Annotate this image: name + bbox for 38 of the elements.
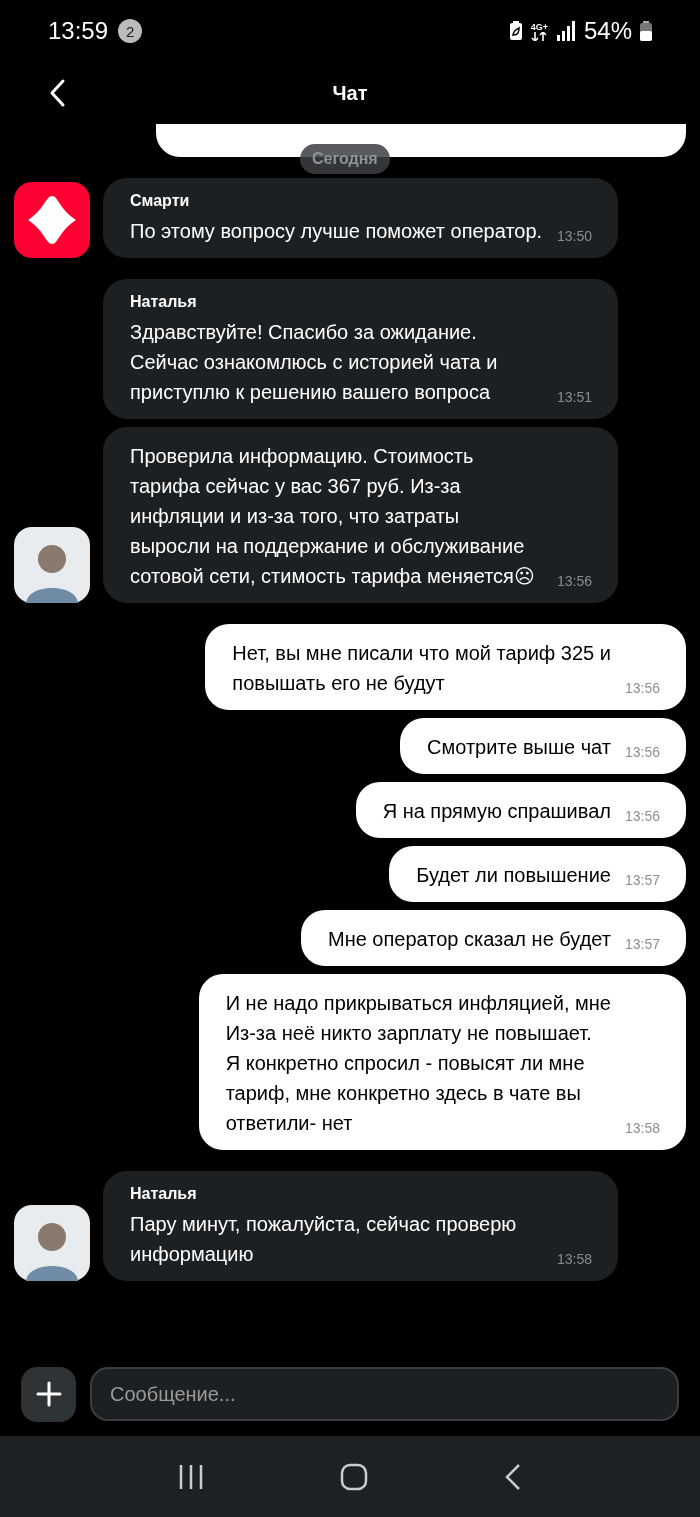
- message-time: 13:56: [556, 573, 592, 591]
- message-text: Нет, вы мне писали что мой тариф 325 и повышать его не будут: [232, 641, 611, 696]
- message-text: Мне оператор сказал не будет: [327, 927, 611, 952]
- back-icon[interactable]: [504, 1462, 522, 1491]
- battery-icon: [640, 21, 652, 41]
- sender-name: Наталья: [130, 1185, 198, 1203]
- message-time: 13:58: [624, 1120, 660, 1138]
- message-text: И не надо прикрываться инфляцией, мне Из-за неё никто зарплату не повышает. Я конкретно спросил - повысят ли мне тариф, мне конкретно здесь в чате вы ответили- нет: [225, 991, 611, 1136]
- message-time: 13:56: [624, 808, 660, 826]
- sender-name: Смарти: [130, 192, 191, 210]
- message-text: Здравствуйте! Спасибо за ожидание. Сейчас ознакомлюсь с историей чата и приступлю к решению вашего вопроса: [130, 320, 498, 405]
- message-time: 13:50: [556, 228, 592, 246]
- message-text: Смотрите выше чат: [427, 735, 611, 760]
- message-time: 13:51: [556, 389, 592, 407]
- battery-saver-icon: [508, 21, 523, 41]
- message-text: Я на прямую спрашивал: [382, 799, 611, 824]
- battery-percent: 54%: [583, 17, 632, 45]
- home-icon[interactable]: [340, 1462, 368, 1491]
- message-input[interactable]: Сообщение...: [90, 1367, 679, 1421]
- notification-count: 2: [118, 19, 143, 43]
- message-time: 13:57: [624, 872, 660, 890]
- message-time: 13:57: [624, 936, 660, 954]
- signal-icon: [555, 21, 576, 41]
- plus-icon: [35, 1381, 62, 1407]
- message-time: 13:56: [624, 744, 660, 762]
- message-text: Пару минут, пожалуйста, сейчас проверю информацию: [130, 1212, 517, 1267]
- message-time: 13:58: [556, 1251, 592, 1269]
- message-text: Проверила информацию. Стоимость тарифа сейчас у вас 367 руб. Из-за инфляции и из-за того, что затраты выросли на поддержание и обслуживание сотовой сети, стимость тарифа меняется☹: [130, 444, 535, 589]
- message-time: 13:56: [624, 680, 660, 698]
- sender-name: Наталья: [130, 293, 198, 311]
- message-text: По этому вопросу лучше поможет оператор.: [130, 219, 543, 244]
- message-text: Будет ли повышение: [416, 863, 611, 888]
- status-time: 13:59: [48, 17, 109, 45]
- date-chip: Сегодня: [300, 144, 390, 174]
- add-button[interactable]: [21, 1366, 76, 1422]
- network-type: 4G+: [530, 21, 548, 41]
- recent-apps-icon[interactable]: [178, 1463, 204, 1490]
- chat-title: Чат: [332, 81, 368, 105]
